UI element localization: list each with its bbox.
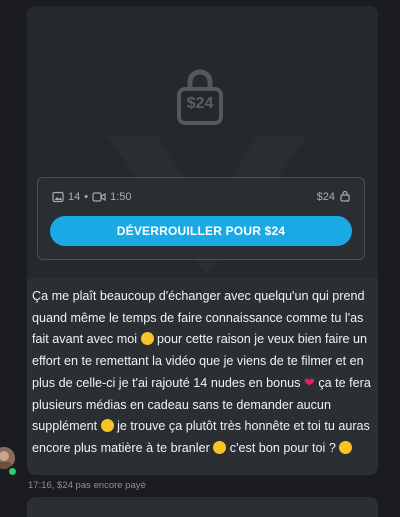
next-message-bubble	[27, 497, 378, 517]
video-duration: 1:50	[110, 191, 132, 203]
meta-separator: •	[84, 191, 89, 203]
lock-price-label: $24	[186, 95, 214, 112]
unlock-button[interactable]: DÉVERROUILLER POUR $24	[50, 216, 352, 246]
photo-count: 14	[68, 191, 81, 203]
video-icon	[92, 191, 106, 203]
locked-media-preview[interactable]: $24 14 • 1:50 $24 DÉVERROUILLER POUR $24	[27, 6, 378, 278]
message-text: Ça me plaît beaucoup d'échanger avec que…	[32, 286, 372, 459]
message-segment: c'est bon pour toi ?	[226, 440, 340, 455]
online-status-dot	[7, 466, 18, 477]
smiling-emoji	[339, 440, 353, 454]
unlock-card: 14 • 1:50 $24 DÉVERROUILLER POUR $24	[37, 177, 365, 260]
small-lock-icon	[340, 190, 350, 205]
media-info: 14 • 1:50	[52, 189, 132, 205]
message-timestamp: 17:16, $24 pas encore payé	[28, 480, 146, 491]
grinning-sweat-emoji	[140, 332, 154, 345]
price-label: $24	[316, 191, 335, 203]
image-icon	[52, 191, 64, 203]
message-bubble: $24 14 • 1:50 $24 DÉVERROUILLER POUR $24…	[27, 6, 378, 475]
tongue-squint-emoji	[213, 440, 227, 454]
winking-emoji	[100, 419, 114, 432]
lock-icon: $24	[175, 68, 225, 126]
price-info: $24	[317, 189, 350, 205]
red-heart-emoji: ❤	[303, 375, 315, 390]
